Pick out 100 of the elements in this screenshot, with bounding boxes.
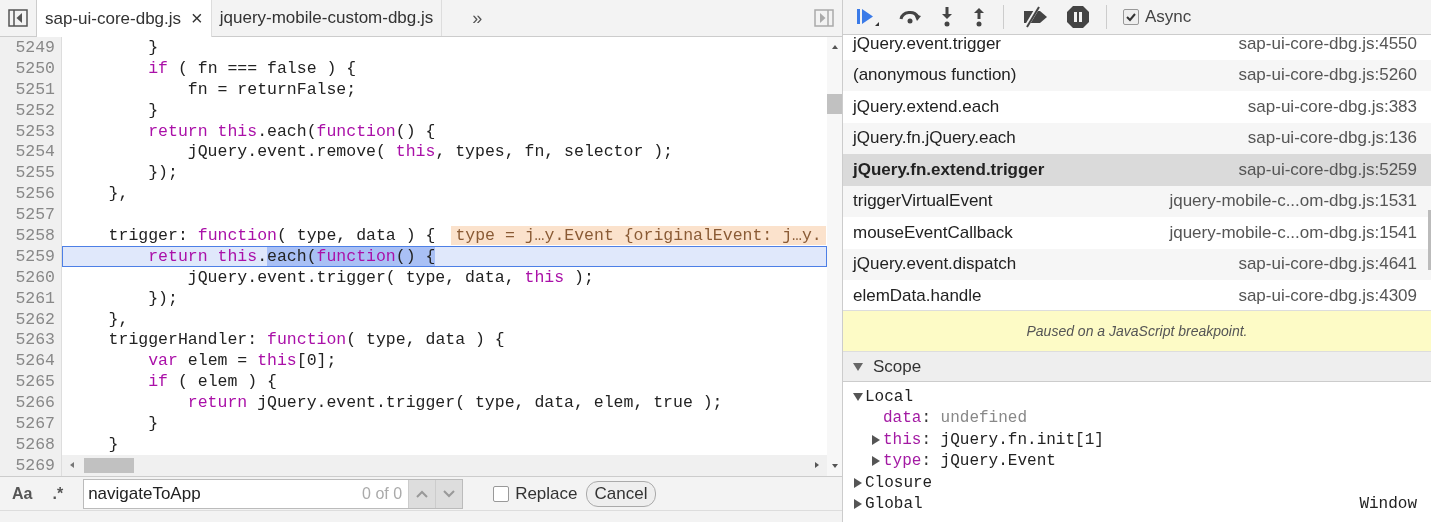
call-stack-frame[interactable]: (anonymous function) sap-ui-core-dbg.js:5260 <box>843 59 1431 91</box>
line-number: 5259 <box>0 245 62 267</box>
more-tabs-button[interactable]: » <box>442 0 503 36</box>
expand-arrow-icon[interactable] <box>871 434 881 445</box>
code-line: trigger: function( type, data ) { <box>107 225 436 245</box>
function-name: elemData.handle <box>853 285 982 306</box>
expand-arrow-icon[interactable] <box>853 391 863 402</box>
line-number: 5265 <box>0 371 62 393</box>
search-field[interactable]: navigateToApp <box>84 482 363 505</box>
scroll-left-icon[interactable] <box>68 461 76 470</box>
scrollbar-thumb[interactable] <box>84 457 134 473</box>
async-checkbox[interactable] <box>1123 9 1139 25</box>
source-location: sap-ui-core-dbg.js:136 <box>1247 128 1417 149</box>
code-line: } <box>147 100 159 120</box>
function-name: jQuery.event.trigger <box>853 35 1002 54</box>
call-stack-frame[interactable]: jQuery.fn.extend.trigger sap-ui-core-dbg.js:5259 <box>843 154 1431 186</box>
code-line: } <box>107 434 119 454</box>
line-number: 5251 <box>0 78 62 100</box>
match-count: 0 of 0 <box>362 484 404 503</box>
scroll-right-icon[interactable] <box>812 461 821 470</box>
regex-toggle[interactable]: .* <box>52 484 64 503</box>
code-line: return this.each(function() { <box>147 121 436 141</box>
scope-name[interactable]: Global <box>865 495 923 514</box>
search-box[interactable]: navigateToApp 0 of 0 <box>83 478 464 509</box>
code-line: }); <box>147 163 178 183</box>
scrollbar-thumb[interactable] <box>826 94 842 114</box>
line-number: 5264 <box>0 350 62 372</box>
line-number: 5256 <box>0 183 62 205</box>
source-location: sap-ui-core-dbg.js:5260 <box>1238 65 1417 86</box>
chevron-up-icon <box>416 489 429 498</box>
line-number: 5252 <box>0 99 62 121</box>
code-line: } <box>147 414 159 433</box>
scope-value: Window <box>1359 495 1417 514</box>
scrollbar-thumb[interactable] <box>1428 210 1431 270</box>
line-number: 5258 <box>0 225 62 246</box>
code-line: return jQuery.event.trigger( type, data, elem, true ); <box>186 393 723 413</box>
code-line: fn = returnFalse; <box>186 79 357 99</box>
inline-value: type = j…y.Event {originalEvent: j…y. <box>451 225 826 245</box>
line-number: 5249 <box>0 37 62 58</box>
code-line: jQuery.event.remove( this, types, fn, selector ); <box>186 142 673 162</box>
scope-name[interactable]: Local <box>865 387 913 406</box>
code-line: var elem = this[0]; <box>147 351 337 371</box>
horizontal-scrollbar[interactable] <box>62 454 827 476</box>
expand-arrow-icon[interactable] <box>853 361 863 372</box>
code-line: if ( fn === false ) { <box>147 58 357 78</box>
match-case-toggle[interactable]: Aa <box>12 484 33 503</box>
source-location: jquery-mobile-c...om-dbg.js:1541 <box>1169 222 1417 243</box>
function-name: jQuery.event.dispatch <box>853 254 1017 275</box>
line-number: 5269 <box>0 454 62 476</box>
function-name: (anonymous function) <box>853 65 1017 86</box>
property-entry[interactable]: type: jQuery.Event <box>883 452 1056 471</box>
property-entry[interactable]: this: jQuery.fn.init[1] <box>883 430 1104 449</box>
code-line: jQuery.event.trigger( type, data, this ); <box>186 267 594 287</box>
line-number: 5255 <box>0 162 62 184</box>
source-location: jquery-mobile-c...om-dbg.js:1531 <box>1169 191 1417 212</box>
file-tab[interactable]: jquery-mobile-custom-dbg.js <box>211 0 443 36</box>
cancel-button[interactable]: Cancel <box>585 480 657 507</box>
line-number: 5260 <box>0 266 62 288</box>
file-tab[interactable]: sap-ui-core-dbg.js × <box>36 0 212 37</box>
source-location: sap-ui-core-dbg.js:4309 <box>1238 285 1417 306</box>
call-stack-frame[interactable]: jQuery.event.dispatch sap-ui-core-dbg.js:4641 <box>843 248 1431 280</box>
scroll-down-icon[interactable] <box>830 462 839 470</box>
code-line: }, <box>107 184 129 204</box>
code-line: return this.each(function() { <box>147 246 436 266</box>
function-name: triggerVirtualEvent <box>853 191 993 212</box>
function-name: jQuery.fn.extend.trigger <box>853 159 1045 180</box>
expand-arrow-icon[interactable] <box>853 477 863 488</box>
resume-icon[interactable] <box>855 6 881 28</box>
pause-on-exceptions-icon[interactable] <box>1066 5 1090 29</box>
scope-section-header[interactable]: Scope <box>843 352 1431 382</box>
line-number: 5250 <box>0 57 62 79</box>
code-line: } <box>147 37 159 57</box>
replace-label: Replace <box>515 483 578 504</box>
source-location: sap-ui-core-dbg.js:4550 <box>1238 35 1417 54</box>
property-entry[interactable]: data: undefined <box>883 409 1028 428</box>
call-stack-frame[interactable]: jQuery.fn.jQuery.each sap-ui-core-dbg.js:136 <box>843 122 1431 154</box>
code-line: }, <box>107 309 129 329</box>
chevron-down-icon <box>443 489 456 498</box>
line-number: 5268 <box>0 433 62 455</box>
code-line: triggerHandler: function( type, data ) { <box>107 330 505 350</box>
replace-checkbox[interactable] <box>493 485 510 502</box>
code-line: }); <box>147 288 178 308</box>
line-number: 5257 <box>0 204 62 225</box>
function-name: jQuery.fn.jQuery.each <box>853 128 1016 149</box>
scope-name[interactable]: Closure <box>865 473 933 492</box>
expand-arrow-icon[interactable] <box>853 499 863 510</box>
paused-message: Paused on a JavaScript breakpoint. <box>843 311 1431 352</box>
line-number: 5262 <box>0 308 62 330</box>
vertical-scrollbar[interactable] <box>826 37 842 476</box>
line-number: 5267 <box>0 413 62 434</box>
async-label: Async <box>1145 7 1192 27</box>
source-location: sap-ui-core-dbg.js:5259 <box>1238 159 1417 180</box>
call-stack-frame[interactable]: triggerVirtualEvent jquery-mobile-c...om-dbg.js:1531 <box>843 185 1431 217</box>
code-line: if ( elem ) { <box>147 372 277 392</box>
function-name: jQuery.extend.each <box>853 96 1000 117</box>
expand-arrow-icon[interactable] <box>871 456 881 467</box>
close-tab-button[interactable]: × <box>191 7 203 30</box>
function-name: mouseEventCallback <box>853 222 1013 243</box>
source-location: sap-ui-core-dbg.js:4641 <box>1238 254 1417 275</box>
scroll-up-icon[interactable] <box>830 43 839 51</box>
